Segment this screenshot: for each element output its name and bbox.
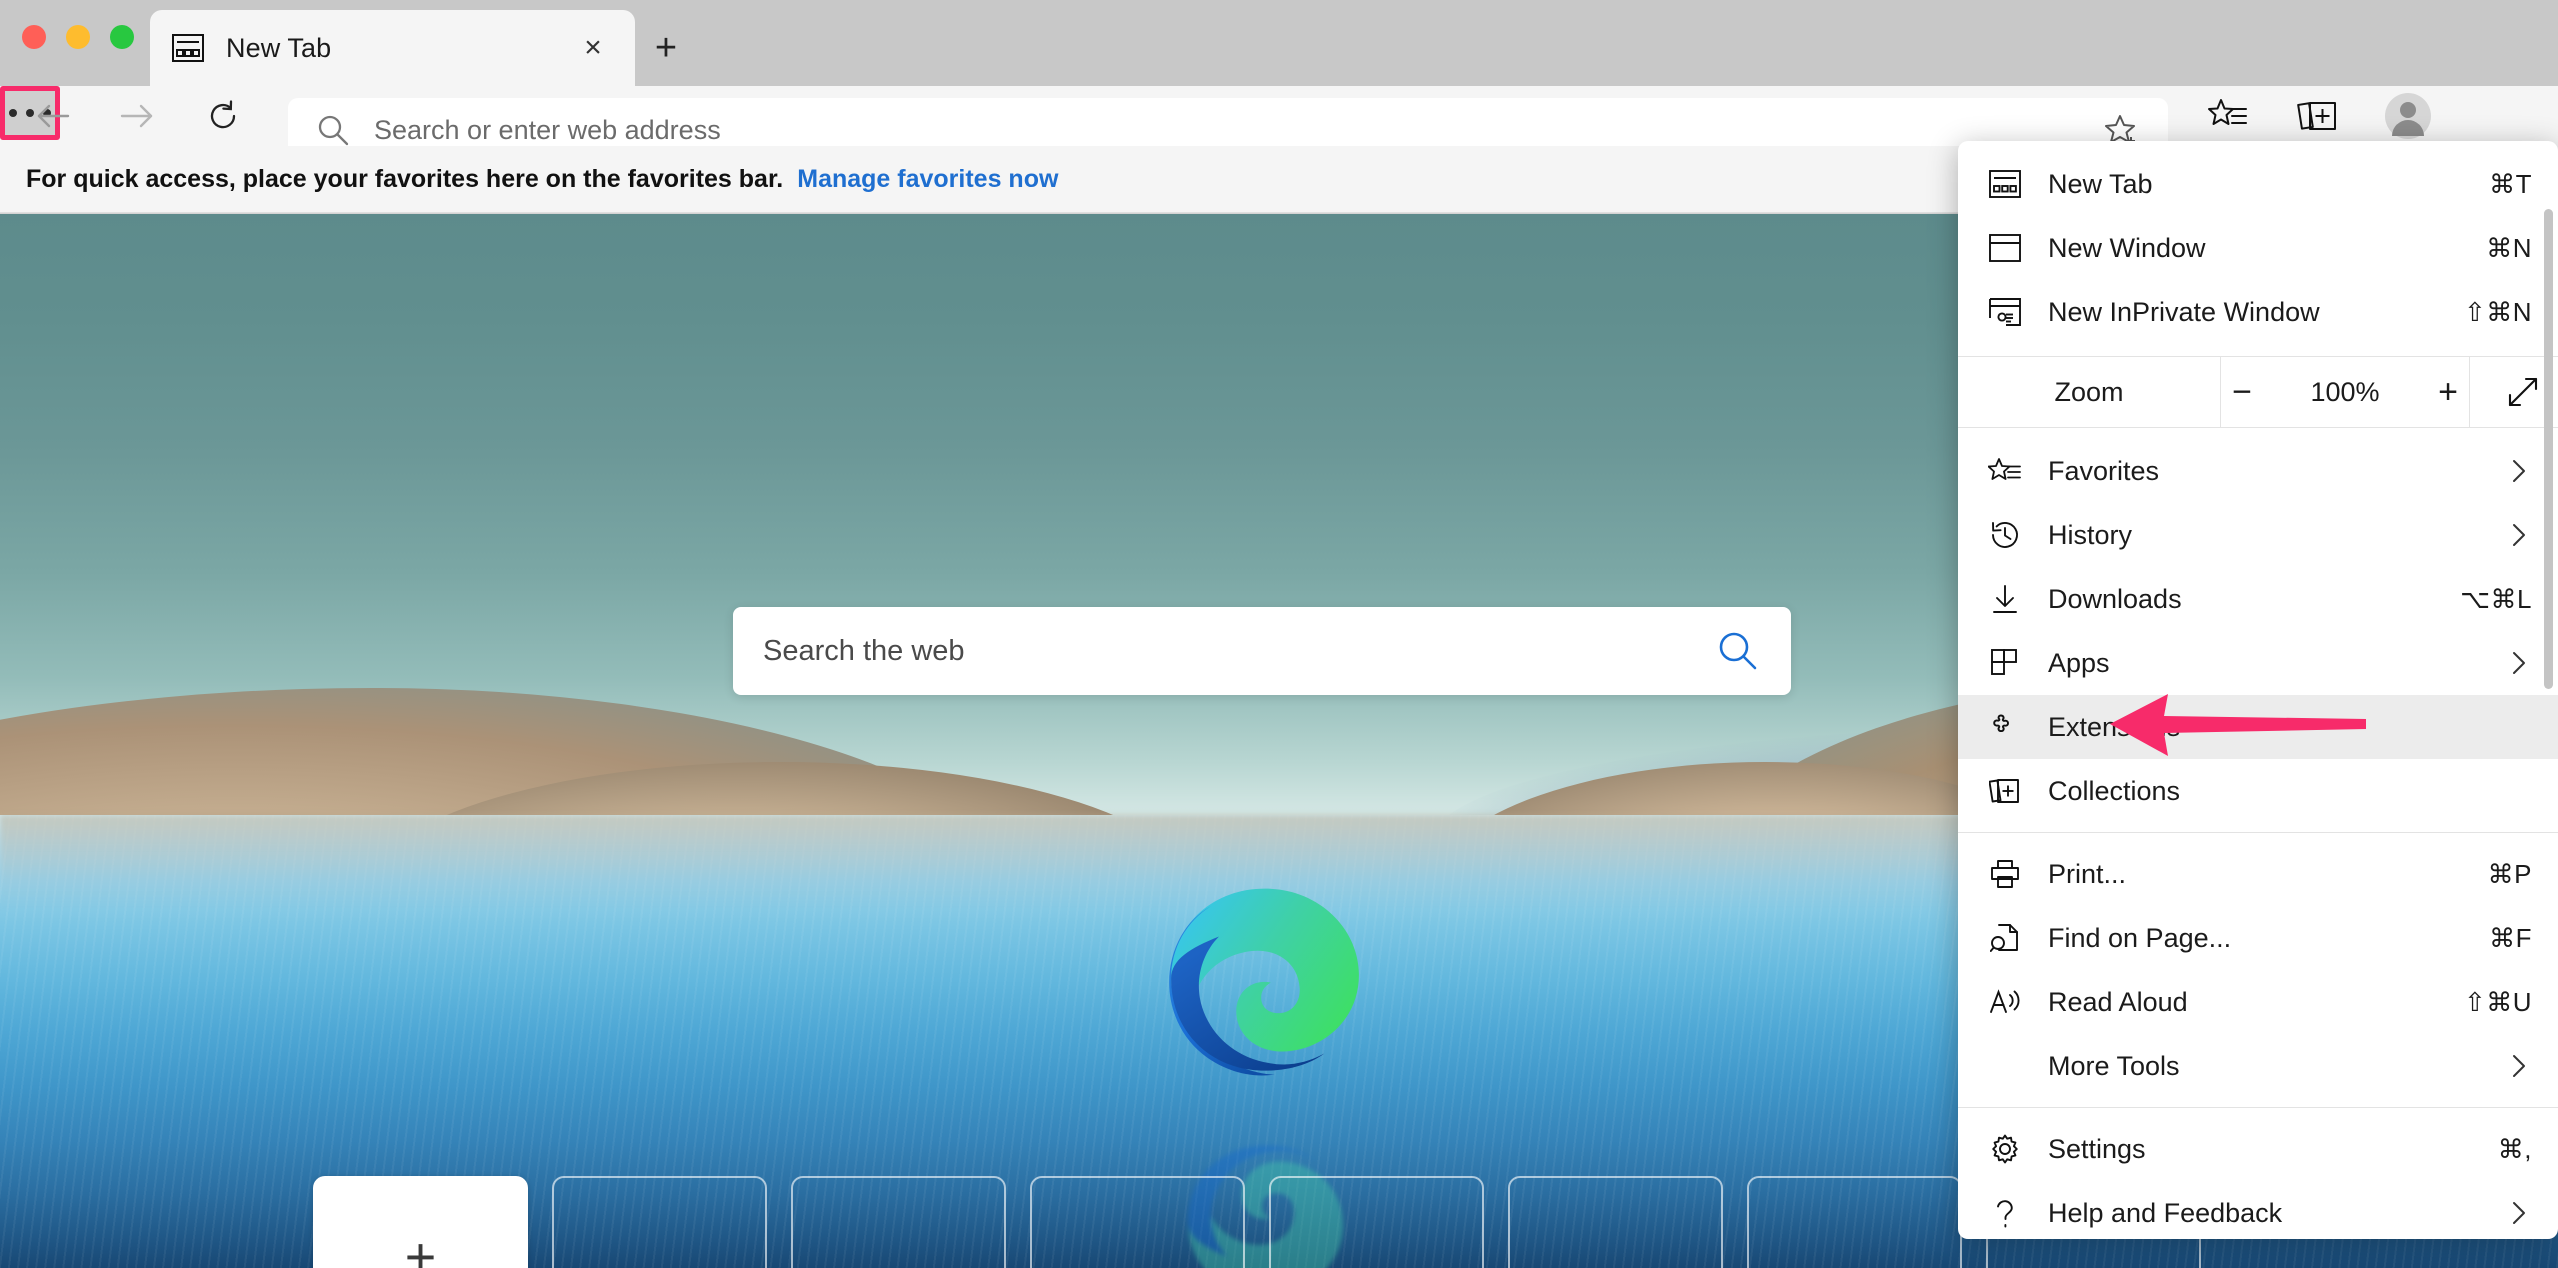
address-input[interactable]: Search or enter web address [374, 115, 2102, 146]
menu-divider [1958, 1107, 2558, 1108]
menu-item-shortcut: ⌘F [2489, 922, 2532, 953]
annotation-arrow-icon [2108, 686, 2368, 764]
menu-item-shortcut: ⌘P [2487, 858, 2532, 889]
shortcut-tile[interactable] [1030, 1176, 1245, 1268]
menu-item-more-tools[interactable]: More Tools [1958, 1034, 2558, 1098]
menu-item-shortcut: ⇧⌘U [2463, 986, 2532, 1017]
tab-bar: New Tab × + [0, 0, 2558, 86]
menu-item-label: Settings [2048, 1133, 2146, 1164]
zoom-label: Zoom [2054, 376, 2124, 407]
question-mark-icon [1984, 1197, 2026, 1229]
chevron-right-icon [2506, 648, 2532, 678]
browser-window: New Tab × + Search or enter web address … [0, 0, 2558, 1268]
menu-item-label: Print... [2048, 858, 2127, 889]
chevron-right-icon [2506, 456, 2532, 486]
shortcut-tile[interactable] [1269, 1176, 1484, 1268]
microsoft-edge-logo [1150, 879, 1380, 1109]
collections-icon [1984, 776, 2026, 806]
reload-icon[interactable] [198, 91, 248, 141]
menu-item-shortcut: ⌥⌘L [2460, 583, 2532, 614]
tab-new-tab[interactable]: New Tab × [150, 10, 635, 86]
menu-item-new-tab[interactable]: New Tab ⌘T [1958, 152, 2558, 216]
browser-toolbar: Search or enter web address [0, 86, 2558, 162]
menu-item-shortcut: ⌘N [2486, 232, 2532, 263]
extensions-puzzle-icon [1984, 712, 2026, 742]
search-icon[interactable] [1715, 628, 1761, 674]
menu-scrollbar[interactable] [2544, 209, 2553, 689]
menu-item-label: Collections [2048, 775, 2181, 806]
menu-item-favorites[interactable]: Favorites [1958, 439, 2558, 503]
menu-item-shortcut: ⌘T [2489, 168, 2532, 199]
zoom-controls: − 100% + [2220, 357, 2470, 427]
menu-item-label: New Window [2048, 232, 2206, 263]
menu-divider [1958, 832, 2558, 833]
zoom-in-button[interactable]: + [2427, 375, 2469, 409]
menu-item-downloads[interactable]: Downloads ⌥⌘L [1958, 567, 2558, 631]
zoom-out-button[interactable]: − [2221, 375, 2263, 409]
menu-item-label: Read Aloud [2048, 986, 2188, 1017]
search-icon [316, 113, 350, 147]
history-icon [1984, 519, 2026, 551]
menu-item-label: Apps [2048, 647, 2110, 678]
shortcut-tile[interactable] [791, 1176, 1006, 1268]
gear-icon [1984, 1133, 2026, 1165]
shortcut-tile[interactable] [1747, 1176, 1962, 1268]
web-search-input[interactable]: Search the web [763, 635, 1715, 668]
menu-item-new-inprivate-window[interactable]: New InPrivate Window ⇧⌘N [1958, 280, 2558, 344]
new-tab-icon [172, 34, 204, 62]
favorites-list-icon[interactable] [2200, 88, 2256, 144]
menu-item-label: New Tab [2048, 168, 2153, 199]
add-shortcut-tile[interactable]: + [313, 1176, 528, 1268]
menu-item-label: History [2048, 519, 2133, 550]
menu-item-settings[interactable]: Settings ⌘, [1958, 1117, 2558, 1181]
new-tab-icon [1984, 170, 2026, 198]
menu-item-label: New InPrivate Window [2048, 296, 2320, 327]
menu-item-print[interactable]: Print... ⌘P [1958, 842, 2558, 906]
menu-item-history[interactable]: History [1958, 503, 2558, 567]
new-window-icon [1984, 234, 2026, 262]
find-page-icon [1984, 922, 2026, 954]
forward-arrow-icon[interactable] [112, 91, 162, 141]
web-search-box[interactable]: Search the web [733, 607, 1791, 695]
chevron-right-icon [2506, 1051, 2532, 1081]
menu-item-read-aloud[interactable]: Read Aloud ⇧⌘U [1958, 970, 2558, 1034]
menu-item-find-on-page[interactable]: Find on Page... ⌘F [1958, 906, 2558, 970]
manage-favorites-link[interactable]: Manage favorites now [797, 165, 1058, 194]
menu-item-label: Help and Feedback [2048, 1197, 2283, 1228]
favorites-star-icon [1984, 456, 2026, 486]
menu-item-collections[interactable]: Collections [1958, 759, 2558, 823]
back-arrow-icon[interactable] [28, 91, 78, 141]
favorites-bar-message: For quick access, place your favorites h… [26, 164, 784, 193]
menu-item-shortcut: ⌘, [2497, 1133, 2532, 1164]
window-traffic-lights [22, 25, 134, 49]
menu-item-help-and-feedback[interactable]: Help and Feedback [1958, 1181, 2558, 1239]
inprivate-window-icon [1984, 298, 2026, 326]
download-icon [1984, 583, 2026, 615]
read-aloud-icon [1984, 987, 2026, 1017]
close-window-button[interactable] [22, 25, 46, 49]
chevron-right-icon [2506, 520, 2532, 550]
profile-avatar-icon[interactable] [2380, 88, 2436, 144]
menu-item-label: Find on Page... [2048, 922, 2232, 953]
shortcut-tile[interactable] [1508, 1176, 1723, 1268]
printer-icon [1984, 859, 2026, 889]
close-icon[interactable]: × [573, 28, 613, 68]
chevron-right-icon [2506, 1198, 2532, 1228]
plus-icon: + [404, 1227, 437, 1268]
minimize-window-button[interactable] [66, 25, 90, 49]
new-tab-button[interactable]: + [640, 22, 692, 74]
maximize-window-button[interactable] [110, 25, 134, 49]
menu-item-shortcut: ⇧⌘N [2463, 296, 2532, 327]
collections-icon[interactable] [2290, 88, 2346, 144]
menu-zoom-row: Zoom − 100% + [1958, 356, 2558, 428]
tab-title: New Tab [226, 32, 332, 63]
menu-item-label: Favorites [2048, 455, 2160, 486]
shortcut-tiles: + [313, 1176, 2201, 1268]
zoom-level-value: 100% [2310, 376, 2380, 407]
menu-item-label: Downloads [2048, 583, 2182, 614]
menu-item-label: More Tools [2048, 1050, 2180, 1081]
apps-grid-icon [1984, 648, 2026, 678]
menu-item-new-window[interactable]: New Window ⌘N [1958, 216, 2558, 280]
shortcut-tile[interactable] [552, 1176, 767, 1268]
